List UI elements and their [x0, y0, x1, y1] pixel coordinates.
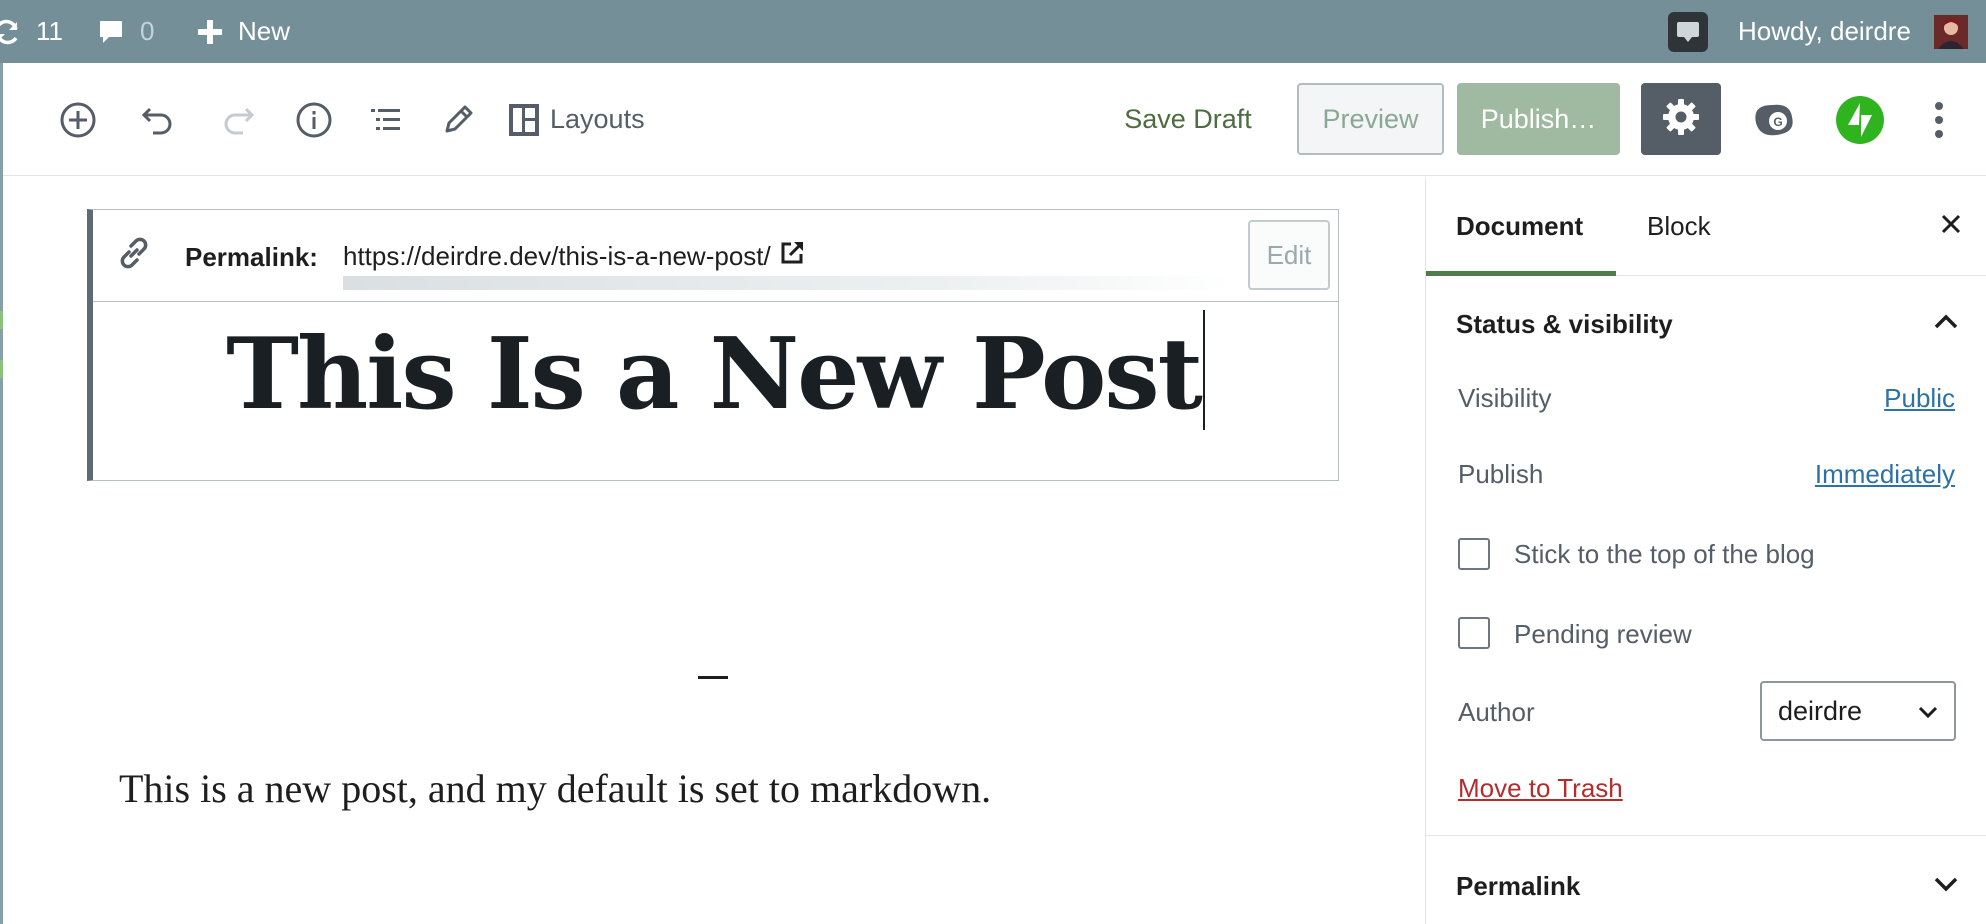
notification-icon: [1668, 11, 1708, 52]
post-title-block[interactable]: Permalink: https://deirdre.dev/this-is-a…: [87, 209, 1339, 481]
move-to-trash-link[interactable]: Move to Trash: [1458, 773, 1623, 804]
pending-review-label: Pending review: [1514, 619, 1692, 649]
visibility-link[interactable]: Public: [1884, 383, 1955, 414]
comments-icon: [96, 17, 126, 47]
notifications-button[interactable]: [1668, 0, 1708, 63]
author-label: Author: [1458, 697, 1535, 727]
save-draft-label: Save Draft: [1124, 104, 1252, 134]
updates-link[interactable]: 11: [0, 0, 63, 63]
edit-label: Edit: [1266, 239, 1312, 270]
plus-icon: [196, 18, 224, 46]
redo-button[interactable]: [211, 63, 265, 176]
jetpack-icon: [1835, 95, 1885, 145]
editor-canvas: Permalink: https://deirdre.dev/this-is-a…: [3, 177, 1425, 924]
comments-count: 0: [140, 16, 155, 46]
new-label: New: [238, 16, 291, 46]
permalink-url: https://deirdre.dev/this-is-a-new-post/: [343, 241, 771, 271]
settings-icon: [1662, 98, 1700, 141]
updates-count: 11: [36, 16, 63, 46]
updates-icon: [0, 17, 22, 47]
external-link-icon: [779, 240, 805, 273]
comments-link[interactable]: 0: [96, 0, 154, 63]
more-options-icon: [1933, 100, 1945, 140]
content-info-button[interactable]: [287, 63, 341, 176]
outline-icon: [367, 101, 405, 139]
new-content-link[interactable]: New: [196, 0, 290, 63]
post-title-text: This Is a New Post: [226, 317, 1203, 432]
add-block-button[interactable]: [51, 63, 105, 176]
preview-label: Preview: [1322, 103, 1419, 134]
pending-review-checkbox[interactable]: [1458, 617, 1490, 649]
svg-text:G: G: [1773, 115, 1782, 129]
block-navigation-button[interactable]: [359, 63, 413, 176]
info-icon: [295, 101, 333, 139]
permalink-panel-title[interactable]: Permalink: [1456, 871, 1580, 902]
chevron-up-icon[interactable]: [1932, 311, 1960, 336]
permalink-url-link[interactable]: https://deirdre.dev/this-is-a-new-post/: [343, 240, 805, 273]
preview-button[interactable]: Preview: [1297, 83, 1444, 155]
howdy-text: Howdy, deirdre: [1738, 16, 1911, 46]
chevron-down-icon[interactable]: [1932, 875, 1960, 900]
publish-label: Publish…: [1480, 103, 1597, 134]
undo-button[interactable]: [131, 63, 185, 176]
settings-button[interactable]: [1641, 83, 1721, 155]
sticky-checkbox[interactable]: [1458, 538, 1490, 570]
panel-divider: [1426, 835, 1986, 836]
save-draft-button[interactable]: Save Draft: [1103, 63, 1273, 176]
more-options-button[interactable]: [1915, 63, 1963, 176]
paragraph-block[interactable]: This is a new post, and my default is se…: [119, 765, 991, 812]
add-block-icon: [59, 101, 97, 139]
publish-label: Publish: [1458, 459, 1544, 489]
edit-permalink-button[interactable]: Edit: [1248, 220, 1330, 290]
sticky-label: Stick to the top of the blog: [1514, 539, 1815, 569]
edit-tools-button[interactable]: [431, 63, 485, 176]
layouts-label: Layouts: [550, 104, 645, 134]
grammarly-button[interactable]: G: [1747, 63, 1803, 176]
admin-bar: 11 0 New Howdy, deirdre: [0, 0, 1986, 63]
close-icon[interactable]: [1938, 211, 1964, 242]
publish-date-link[interactable]: Immediately: [1815, 459, 1955, 490]
edit-tools-icon: [439, 101, 477, 139]
permalink-row: Permalink: https://deirdre.dev/this-is-a…: [93, 210, 1338, 302]
permalink-underline: [343, 276, 1233, 290]
avatar[interactable]: [1934, 0, 1968, 63]
tab-document[interactable]: Document: [1456, 177, 1583, 276]
publish-button[interactable]: Publish…: [1457, 83, 1620, 155]
grammarly-icon: G: [1750, 99, 1800, 141]
tab-block[interactable]: Block: [1647, 177, 1711, 276]
post-title[interactable]: This Is a New Post: [93, 310, 1338, 430]
redo-icon: [219, 101, 257, 139]
link-icon: [115, 234, 153, 277]
visibility-label: Visibility: [1458, 383, 1552, 413]
sidebar-tabs: Document Block: [1426, 177, 1986, 276]
jetpack-button[interactable]: [1833, 63, 1887, 176]
separator-block[interactable]: [698, 676, 728, 679]
layouts-button[interactable]: Layouts: [508, 63, 668, 176]
howdy-user[interactable]: Howdy, deirdre: [1738, 0, 1911, 63]
undo-icon: [139, 101, 177, 139]
layouts-icon: [508, 103, 540, 137]
active-tab-indicator: [1426, 271, 1616, 276]
settings-sidebar: Document Block Status & visibility Visib…: [1425, 177, 1986, 924]
author-select[interactable]: deirdre: [1760, 681, 1956, 741]
permalink-label: Permalink:: [185, 242, 318, 272]
author-value: deirdre: [1778, 695, 1863, 726]
status-visibility-title[interactable]: Status & visibility: [1456, 309, 1673, 340]
editor-toolbar: Layouts Save Draft Preview Publish… G: [3, 63, 1986, 176]
text-caret: [1202, 310, 1205, 430]
